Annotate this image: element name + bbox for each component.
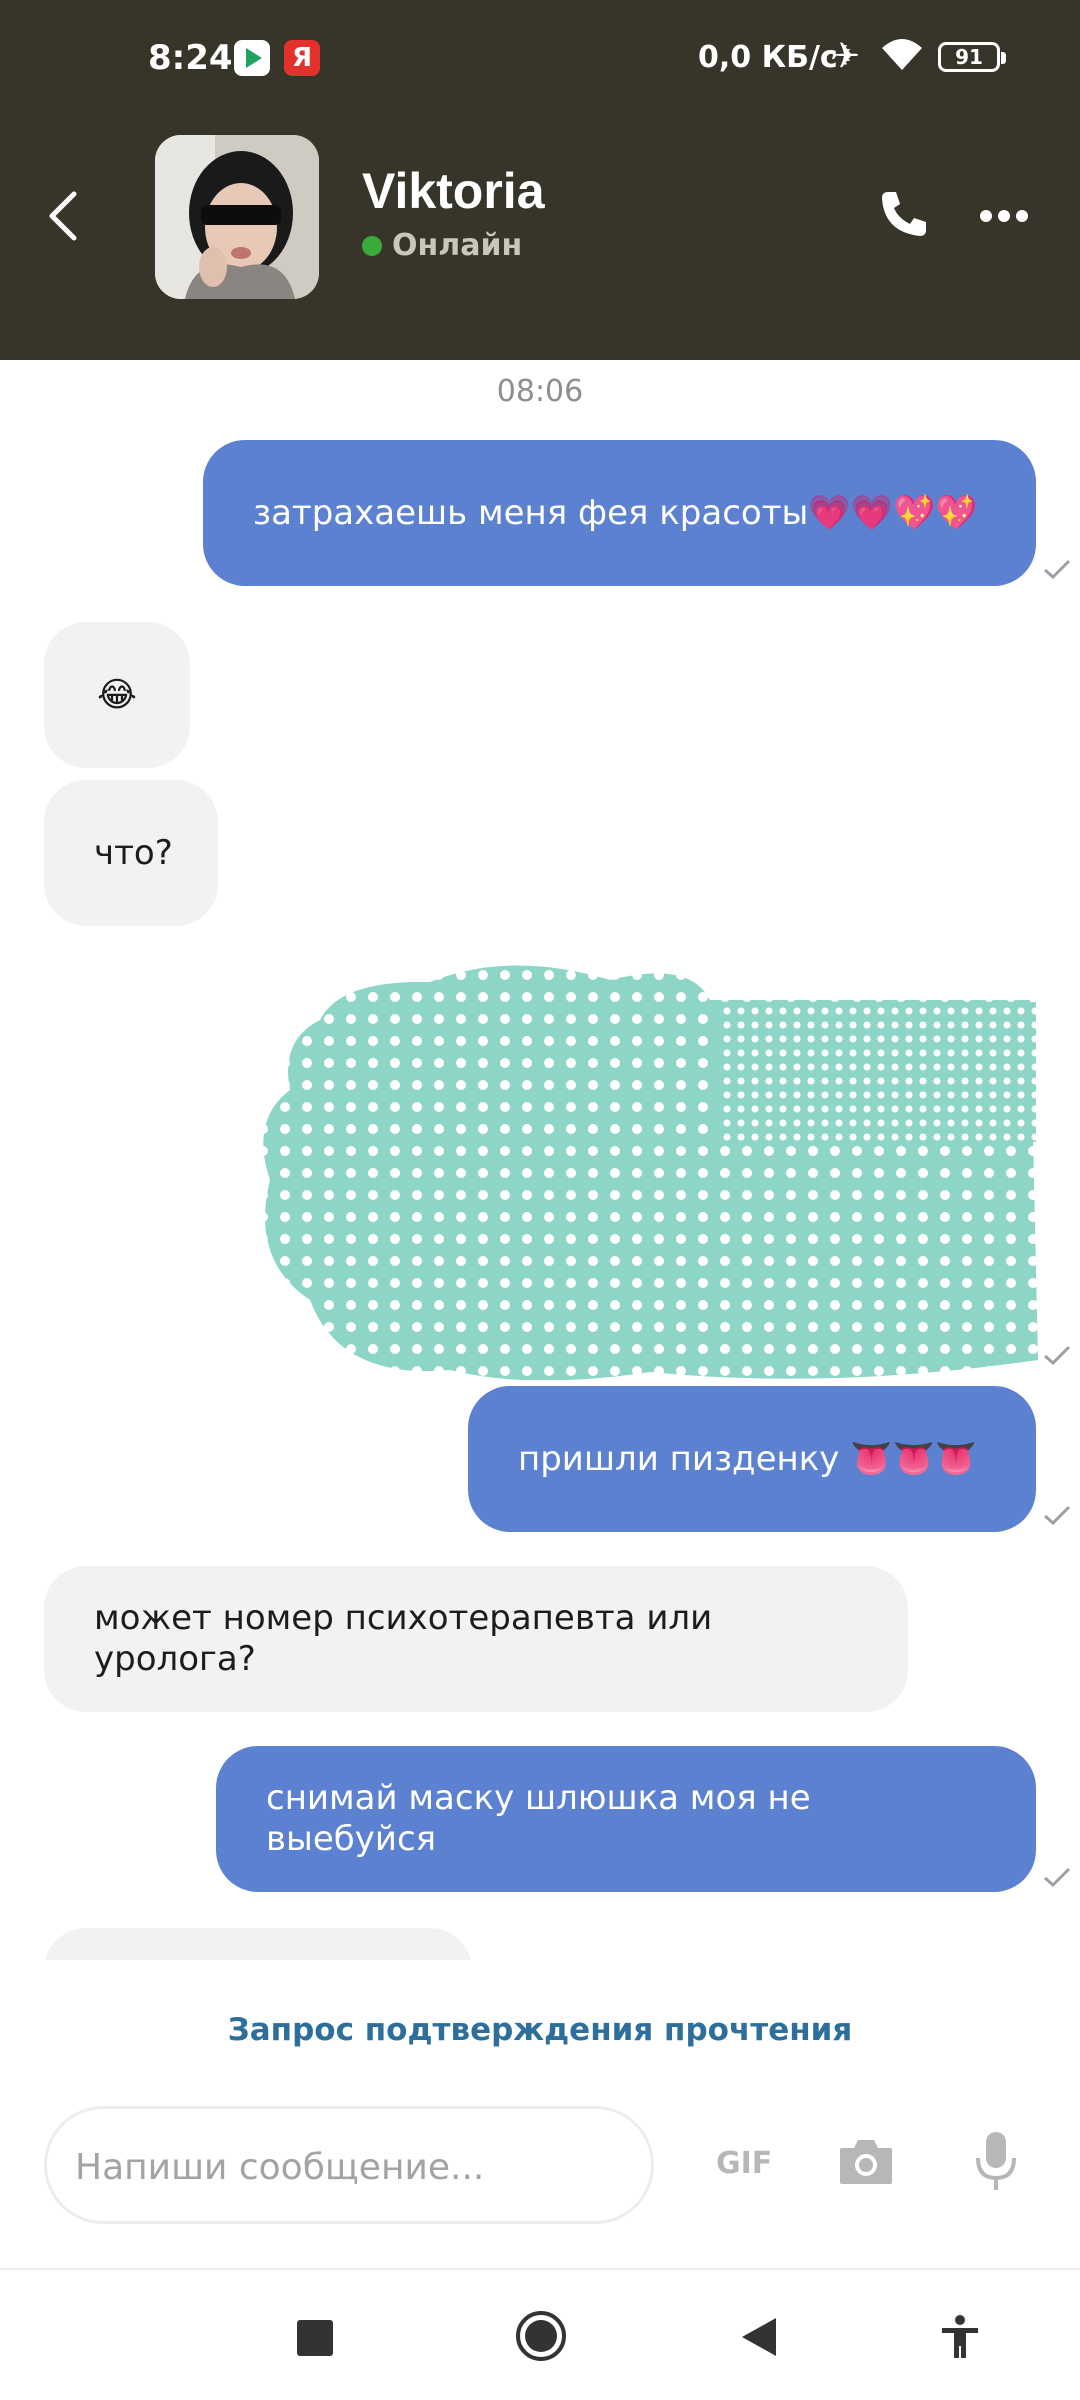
wifi-icon [882, 39, 922, 70]
message-list[interactable]: 08:06 затрахаешь меня фея красоты💗💗💖💖 😂 … [0, 360, 1080, 1960]
incoming-message[interactable]: может номер психотерапевта или уролога? [44, 1566, 908, 1712]
message-text: может номер психотерапевта или уролога? [94, 1598, 713, 1679]
airplane-icon: ✈ [830, 36, 861, 77]
delivered-check-icon [1044, 1345, 1071, 1366]
message-text: что? [94, 832, 173, 873]
gif-button[interactable]: GIF [716, 2146, 772, 2181]
status-bar: 8:24 Я 0,0 КБ/с ✈ 91 [0, 30, 1080, 90]
incoming-message-partial[interactable] [44, 1928, 472, 1960]
microphone-icon[interactable] [974, 2130, 1018, 2194]
message-text: пришли пизденку 👅👅👅 [518, 1438, 978, 1479]
contact-avatar[interactable] [155, 135, 319, 299]
delivered-check-icon [1044, 559, 1071, 580]
play-store-icon [234, 40, 270, 76]
back-arrow-icon[interactable] [44, 188, 84, 244]
incoming-message[interactable]: что? [44, 780, 218, 926]
message-text: снимай маску шлюшка моя не выебуйся [266, 1778, 811, 1859]
more-options-icon[interactable] [978, 196, 1030, 236]
back-triangle-icon[interactable] [740, 2316, 778, 2358]
battery-indicator: 91 [938, 42, 1006, 72]
outgoing-message[interactable]: снимай маску шлюшка моя не выебуйся [216, 1746, 1036, 1892]
online-dot-icon [362, 236, 382, 256]
system-navigation-bar [0, 2270, 1080, 2400]
yandex-icon: Я [284, 40, 320, 76]
online-status: Онлайн [362, 228, 522, 263]
delivered-check-icon [1044, 1505, 1071, 1526]
chat-header: 8:24 Я 0,0 КБ/с ✈ 91 Viktoria Онлайн [0, 0, 1080, 360]
status-time: 8:24 [148, 38, 233, 78]
date-separator: 08:06 [496, 374, 584, 409]
contact-name[interactable]: Viktoria [362, 162, 545, 220]
phone-call-icon[interactable] [878, 188, 930, 240]
recents-square-icon[interactable] [297, 2320, 333, 2356]
home-circle-icon[interactable] [515, 2310, 567, 2362]
outgoing-message[interactable]: затрахаешь меня фея красоты💗💗💖💖 [203, 440, 1036, 586]
outgoing-message[interactable]: пришли пизденку 👅👅👅 [468, 1386, 1036, 1532]
sticker-image[interactable] [230, 920, 1060, 1380]
message-input[interactable] [75, 2137, 625, 2197]
camera-icon[interactable] [838, 2136, 894, 2186]
message-text: 😂 [97, 674, 137, 715]
message-text: затрахаешь меня фея красоты💗💗💖💖 [253, 492, 978, 533]
avatar-photo [155, 135, 319, 299]
read-receipt-request-link[interactable]: Запрос подтверждения прочтения [0, 2012, 1080, 2048]
message-input-container[interactable] [44, 2106, 654, 2224]
online-status-label: Онлайн [392, 228, 523, 263]
network-speed: 0,0 КБ/с [698, 40, 838, 75]
accessibility-icon[interactable] [940, 2314, 980, 2360]
delivered-check-icon [1044, 1867, 1071, 1888]
incoming-message[interactable]: 😂 [44, 622, 190, 768]
